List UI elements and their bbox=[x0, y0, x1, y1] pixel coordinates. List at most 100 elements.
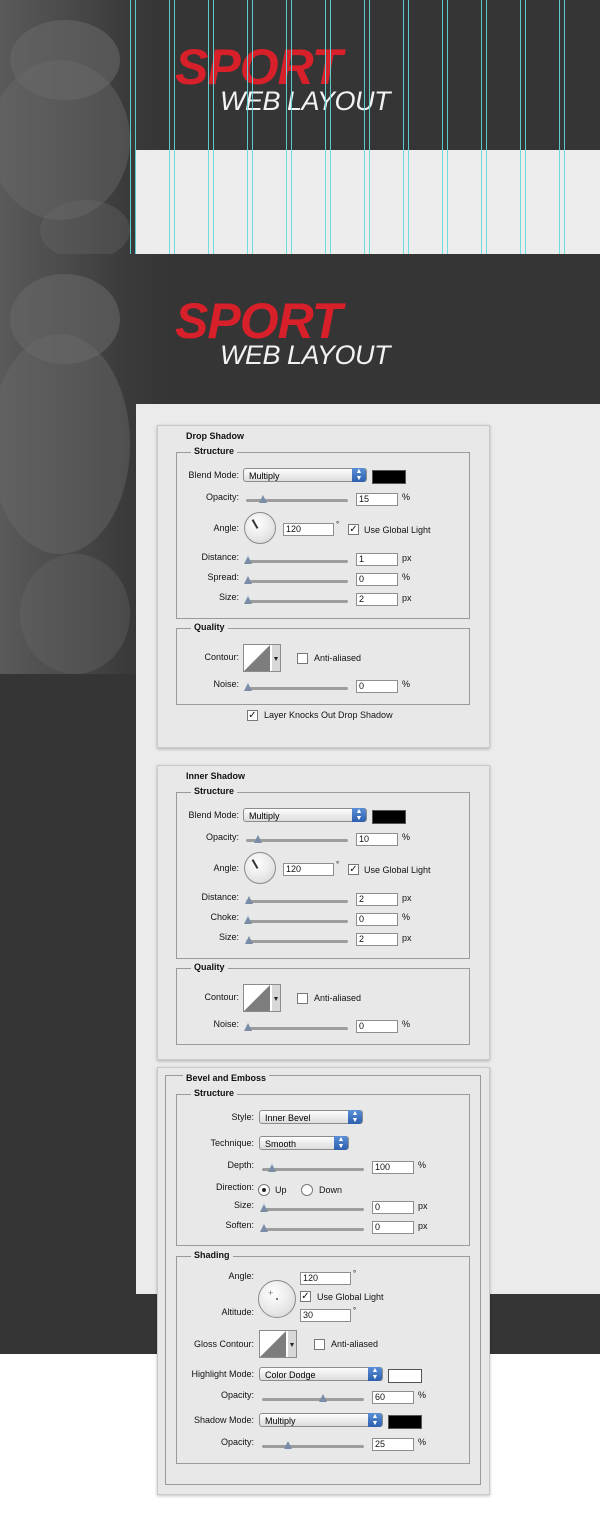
noise-label: Noise: bbox=[213, 1019, 239, 1029]
choke-input[interactable]: 0 bbox=[356, 913, 398, 926]
drop-shadow-title: Drop Shadow bbox=[183, 431, 247, 442]
distance-input[interactable]: 1 bbox=[356, 553, 398, 566]
anti-aliased-checkbox[interactable] bbox=[314, 1339, 325, 1350]
shadow-opacity-label: Opacity: bbox=[220, 1437, 254, 1447]
percent-unit: % bbox=[402, 1019, 411, 1029]
spread-input[interactable]: 0 bbox=[356, 573, 398, 586]
highlight-opacity-label: Opacity: bbox=[220, 1390, 254, 1400]
style-select[interactable]: Inner Bevel ▲ ▼ bbox=[259, 1110, 363, 1124]
choke-slider[interactable] bbox=[244, 916, 348, 924]
percent-unit: % bbox=[402, 912, 411, 922]
angle-dial-icon[interactable]: + bbox=[258, 1280, 296, 1318]
distance-slider[interactable] bbox=[245, 896, 348, 904]
shadow-mode-label: Shadow Mode: bbox=[193, 1415, 254, 1425]
technique-select[interactable]: Smooth ▲ ▼ bbox=[259, 1136, 349, 1150]
anti-aliased-checkbox[interactable] bbox=[297, 653, 308, 664]
shadow-color-swatch[interactable] bbox=[372, 810, 406, 824]
direction-down-radio[interactable] bbox=[301, 1184, 313, 1196]
contour-curve-icon[interactable] bbox=[243, 644, 281, 672]
highlight-color-swatch[interactable] bbox=[388, 1369, 422, 1383]
contour-curve-icon[interactable] bbox=[259, 1330, 297, 1358]
depth-slider[interactable] bbox=[262, 1164, 364, 1172]
noise-input[interactable]: 0 bbox=[356, 1020, 398, 1033]
slider-knob-icon[interactable] bbox=[319, 1394, 327, 1402]
slider-knob-icon[interactable] bbox=[254, 835, 262, 843]
use-global-light-checkbox[interactable]: ✓ bbox=[348, 524, 359, 535]
angle-input[interactable]: 120 bbox=[283, 863, 334, 876]
slider-knob-icon[interactable] bbox=[245, 896, 253, 904]
opacity-slider[interactable] bbox=[246, 835, 348, 843]
slider-knob-icon[interactable] bbox=[260, 1224, 268, 1232]
opacity-slider[interactable] bbox=[246, 495, 348, 503]
noise-input[interactable]: 0 bbox=[356, 680, 398, 693]
size-label: Size: bbox=[218, 932, 239, 942]
direction-up-radio[interactable] bbox=[258, 1184, 270, 1196]
size-input[interactable]: 0 bbox=[372, 1201, 414, 1214]
slider-knob-icon[interactable] bbox=[260, 1204, 268, 1212]
shadow-opacity-slider[interactable] bbox=[262, 1441, 364, 1449]
px-unit: px bbox=[402, 933, 412, 943]
use-global-light-checkbox[interactable]: ✓ bbox=[348, 864, 359, 875]
size-input[interactable]: 2 bbox=[356, 933, 398, 946]
highlight-mode-select[interactable]: Color Dodge ▲ ▼ bbox=[259, 1367, 383, 1381]
soften-slider[interactable] bbox=[260, 1224, 364, 1232]
size-slider[interactable] bbox=[260, 1204, 364, 1212]
contour-curve-icon[interactable] bbox=[243, 984, 281, 1012]
size-label: Size: bbox=[218, 592, 239, 602]
altitude-input[interactable]: 30 bbox=[300, 1309, 351, 1322]
direction-label: Direction: bbox=[215, 1182, 254, 1192]
depth-input[interactable]: 100 bbox=[372, 1161, 414, 1174]
highlight-opacity-input[interactable]: 60 bbox=[372, 1391, 414, 1404]
opacity-label: Opacity: bbox=[205, 492, 239, 502]
angle-dial-icon[interactable] bbox=[244, 512, 276, 544]
inner-shadow-title: Inner Shadow bbox=[183, 771, 249, 782]
size-slider[interactable] bbox=[245, 936, 348, 944]
shadow-opacity-input[interactable]: 25 bbox=[372, 1438, 414, 1451]
blend-mode-select[interactable]: Multiply ▲ ▼ bbox=[243, 468, 367, 482]
slider-knob-icon[interactable] bbox=[268, 1164, 276, 1172]
noise-slider[interactable] bbox=[244, 1023, 348, 1031]
shadow-color-swatch[interactable] bbox=[388, 1415, 422, 1429]
slider-knob-icon[interactable] bbox=[244, 1023, 252, 1031]
depth-label: Depth: bbox=[227, 1160, 254, 1170]
use-global-light-label: Use Global Light bbox=[364, 525, 431, 535]
slider-knob-icon[interactable] bbox=[259, 495, 267, 503]
slider-knob-icon[interactable] bbox=[244, 576, 252, 584]
anti-aliased-checkbox[interactable] bbox=[297, 993, 308, 1004]
shading-group bbox=[176, 1256, 470, 1464]
slider-knob-icon[interactable] bbox=[244, 596, 252, 604]
highlight-mode-label: Highlight Mode: bbox=[191, 1369, 254, 1379]
distance-input[interactable]: 2 bbox=[356, 893, 398, 906]
distance-slider[interactable] bbox=[244, 556, 348, 564]
shadow-color-swatch[interactable] bbox=[372, 470, 406, 484]
highlight-opacity-slider[interactable] bbox=[262, 1394, 364, 1402]
spread-slider[interactable] bbox=[244, 576, 348, 584]
degree-unit: ° bbox=[336, 860, 340, 869]
shadow-mode-select[interactable]: Multiply ▲ ▼ bbox=[259, 1413, 383, 1427]
soften-input[interactable]: 0 bbox=[372, 1221, 414, 1234]
use-global-light-label: Use Global Light bbox=[317, 1292, 384, 1302]
slider-knob-icon[interactable] bbox=[244, 556, 252, 564]
slider-knob-icon[interactable] bbox=[245, 936, 253, 944]
size-input[interactable]: 2 bbox=[356, 593, 398, 606]
popup-arrow-icon: ▲ ▼ bbox=[352, 468, 366, 482]
size-slider[interactable] bbox=[244, 596, 348, 604]
technique-label: Technique: bbox=[210, 1138, 254, 1148]
slider-knob-icon[interactable] bbox=[284, 1441, 292, 1449]
quality-title: Quality bbox=[191, 962, 228, 973]
angle-input[interactable]: 120 bbox=[300, 1272, 351, 1285]
noise-slider[interactable] bbox=[244, 683, 348, 691]
opacity-input[interactable]: 10 bbox=[356, 833, 398, 846]
blend-mode-select[interactable]: Multiply ▲ ▼ bbox=[243, 808, 367, 822]
px-unit: px bbox=[402, 893, 412, 903]
size-label: Size: bbox=[233, 1200, 254, 1210]
slider-knob-icon[interactable] bbox=[244, 916, 252, 924]
light-content-band bbox=[136, 150, 600, 254]
angle-dial-icon[interactable] bbox=[244, 852, 276, 884]
px-unit: px bbox=[402, 593, 412, 603]
use-global-light-checkbox[interactable]: ✓ bbox=[300, 1291, 311, 1302]
opacity-input[interactable]: 15 bbox=[356, 493, 398, 506]
slider-knob-icon[interactable] bbox=[244, 683, 252, 691]
knocks-out-checkbox[interactable]: ✓ bbox=[247, 710, 258, 721]
angle-input[interactable]: 120 bbox=[283, 523, 334, 536]
